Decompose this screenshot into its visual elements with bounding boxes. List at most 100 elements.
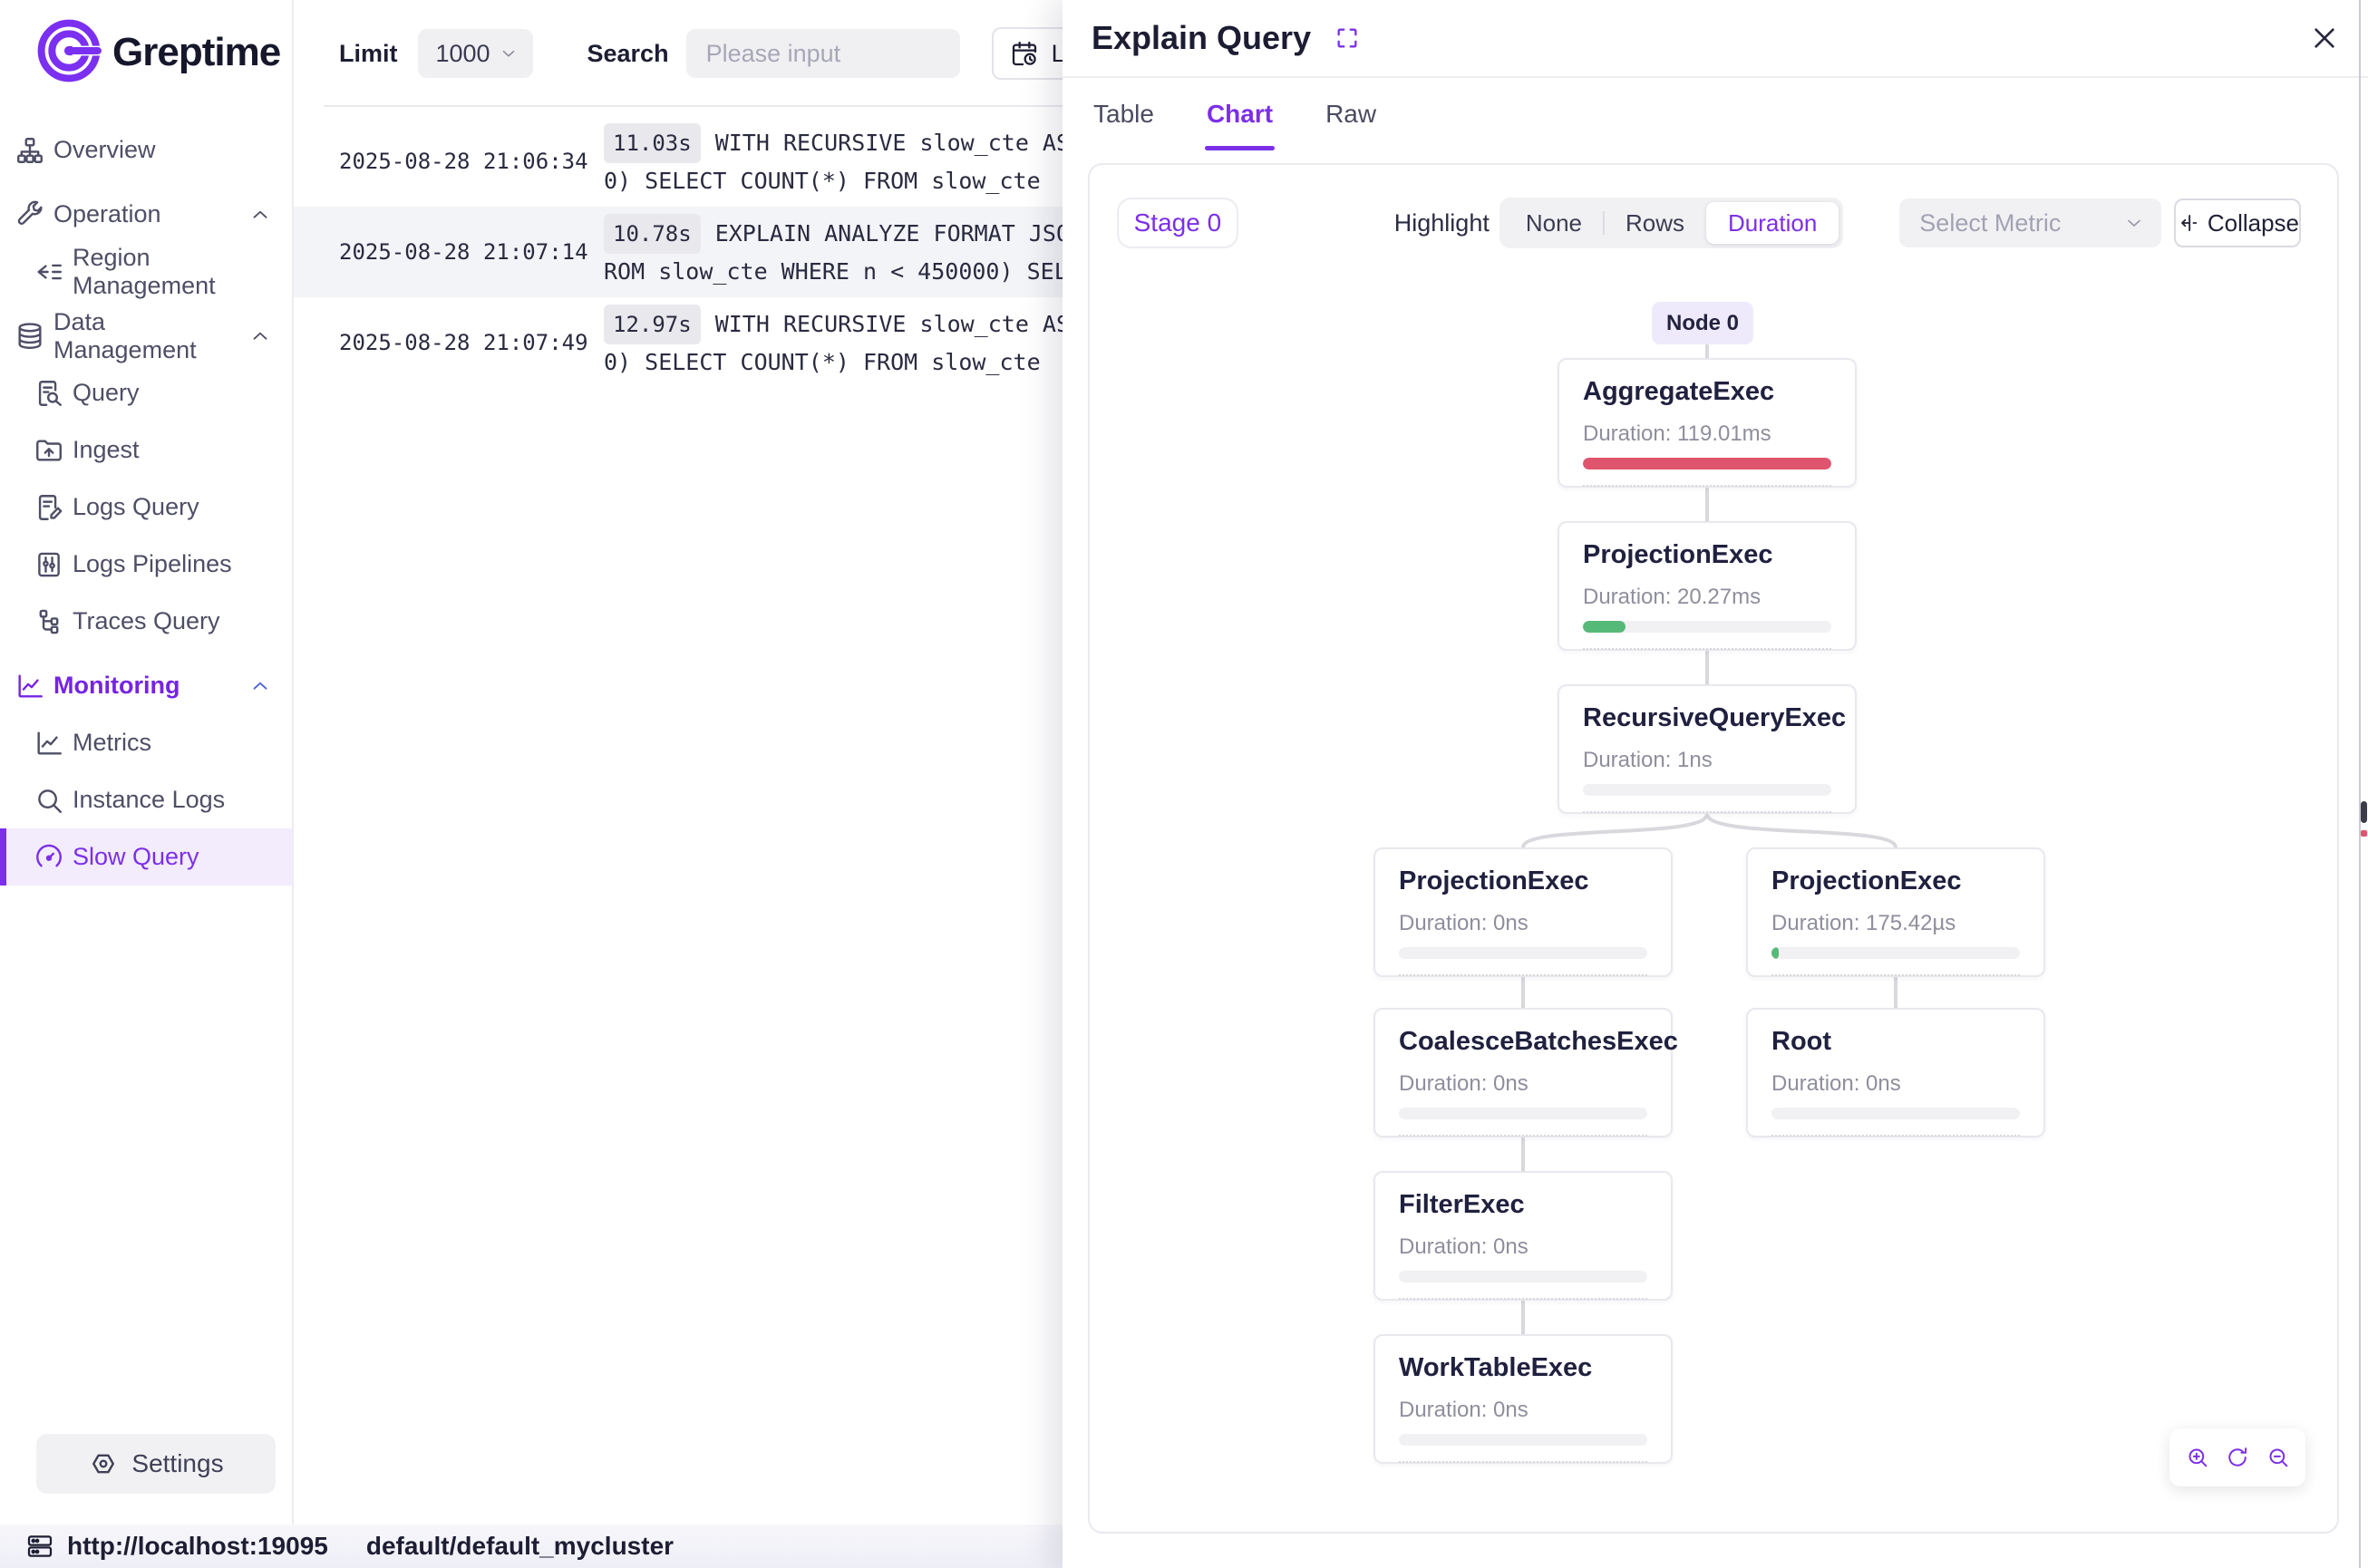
metric-select[interactable]: Select Metric xyxy=(1899,198,2161,247)
close-button[interactable] xyxy=(2310,24,2339,53)
sidebar-item-region-management[interactable]: Region Management xyxy=(0,243,292,300)
sidebar-item-instance-logs[interactable]: Instance Logs xyxy=(0,771,292,828)
duration-badge: 11.03s xyxy=(604,123,701,163)
merge-left-icon xyxy=(34,256,64,287)
tab-chart[interactable]: Chart xyxy=(1207,100,1273,136)
node-separator xyxy=(1399,974,1647,976)
sidebar-item-query[interactable]: Query xyxy=(0,364,292,421)
sidebar-item-monitoring[interactable]: Monitoring xyxy=(0,657,292,714)
collapse-button[interactable]: Collapse xyxy=(2174,198,2301,247)
stage-button[interactable]: Stage 0 xyxy=(1117,198,1238,248)
scrollbar-thumb[interactable] xyxy=(2361,801,2367,823)
calendar-clock-icon xyxy=(1010,39,1039,68)
tab-table[interactable]: Table xyxy=(1093,100,1154,136)
node-separator xyxy=(1399,1298,1647,1300)
duration-badge: 12.97s xyxy=(604,305,701,344)
expand-button[interactable] xyxy=(1334,25,1360,51)
highlight-option-rows[interactable]: Rows xyxy=(1604,202,1706,244)
plan-node-title: ProjectionExec xyxy=(1583,541,1831,568)
explain-query-drawer: Explain Query Table Chart Raw Node 0 Aggre… xyxy=(1063,0,2368,1568)
duration-badge: 10.78s xyxy=(604,214,701,254)
duration-bar xyxy=(1583,621,1831,633)
plan-node-projectionexec[interactable]: ProjectionExec Duration: 175.42µs xyxy=(1746,847,2045,977)
sidebar-item-metrics[interactable]: Metrics xyxy=(0,714,292,771)
scrollbar[interactable] xyxy=(2359,0,2368,1568)
expand-icon xyxy=(1334,25,1360,51)
plan-node-title: WorkTableExec xyxy=(1399,1354,1647,1381)
duration-bar xyxy=(1399,1108,1647,1119)
duration-bar xyxy=(1583,458,1831,469)
plan-node-duration: Duration: 20.27ms xyxy=(1583,586,1831,608)
plan-node-title: AggregateExec xyxy=(1583,378,1831,405)
settings-label: Settings xyxy=(131,1449,223,1478)
zoom-in-icon[interactable] xyxy=(2185,1445,2210,1470)
plan-node-worktableexec[interactable]: WorkTableExec Duration: 0ns xyxy=(1373,1334,1673,1464)
zoom-out-icon[interactable] xyxy=(2266,1445,2291,1470)
sidebar-item-slow-query[interactable]: Slow Query xyxy=(0,828,292,886)
brand: Greptime xyxy=(0,0,292,91)
sidebar-item-ingest[interactable]: Ingest xyxy=(0,421,292,479)
search-label: Search xyxy=(587,40,669,68)
scrollbar-marker xyxy=(2361,830,2367,837)
sitemap-icon xyxy=(15,135,45,166)
gauge-icon xyxy=(34,842,64,873)
plan-node-duration: Duration: 0ns xyxy=(1399,1072,1647,1095)
app-root: Greptime Overview Operation Region Manag… xyxy=(0,0,2368,1568)
chevron-down-icon xyxy=(2123,212,2145,234)
highlight-option-duration[interactable]: Duration xyxy=(1706,202,1839,244)
cluster-name: default/default_mycluster xyxy=(366,1532,674,1561)
duration-bar xyxy=(1399,947,1647,959)
plan-node-coalescebatchesexec[interactable]: CoalesceBatchesExec Duration: 0ns xyxy=(1373,1008,1673,1137)
server-url: http://localhost:19095 xyxy=(67,1532,328,1561)
query-timestamp: 2025-08-28 21:07:49 xyxy=(339,330,593,355)
metric-placeholder: Select Metric xyxy=(1919,209,2061,237)
plan-node-projectionexec[interactable]: ProjectionExec Duration: 0ns xyxy=(1373,847,1673,977)
node-badge: Node 0 xyxy=(1652,302,1753,344)
plan-node-duration: Duration: 175.42µs xyxy=(1771,912,2020,934)
tab-raw[interactable]: Raw xyxy=(1325,100,1376,136)
sidebar-item-logs-pipelines[interactable]: Logs Pipelines xyxy=(0,536,292,593)
gear-icon xyxy=(88,1448,119,1479)
sidebar-item-traces-query[interactable]: Traces Query xyxy=(0,593,292,650)
plan-node-aggregateexec[interactable]: AggregateExec Duration: 119.01ms xyxy=(1558,358,1857,488)
sidebar: Greptime Overview Operation Region Manag… xyxy=(0,0,294,1524)
chevron-up-icon[interactable] xyxy=(248,674,272,698)
plan-node-duration: Duration: 0ns xyxy=(1399,1235,1647,1258)
plan-node-duration: Duration: 0ns xyxy=(1399,912,1647,934)
drawer-tabs: Table Chart Raw xyxy=(1063,78,2368,163)
plan-controls: Stage 0 Highlight NoneRowsDuration Selec… xyxy=(1117,198,2301,248)
sidebar-item-operation[interactable]: Operation xyxy=(0,186,292,243)
settings-button[interactable]: Settings xyxy=(36,1434,276,1494)
folder-import-icon xyxy=(34,435,64,466)
plan-node-filterexec[interactable]: FilterExec Duration: 0ns xyxy=(1373,1171,1673,1301)
plan-node-title: ProjectionExec xyxy=(1771,867,2020,895)
toolbar-divider xyxy=(324,105,1063,107)
refresh-icon[interactable] xyxy=(2225,1445,2250,1470)
highlight-option-none[interactable]: None xyxy=(1504,202,1604,244)
chevron-up-icon[interactable] xyxy=(248,324,272,348)
highlight-segmented-control: NoneRowsDuration xyxy=(1499,198,1843,248)
wrench-icon xyxy=(15,199,45,230)
plan-node-duration: Duration: 0ns xyxy=(1771,1072,2020,1095)
sidebar-item-logs-query[interactable]: Logs Query xyxy=(0,479,292,536)
sidebar-item-data-management[interactable]: Data Management xyxy=(0,307,292,364)
collapse-icon xyxy=(2176,211,2199,235)
chevron-down-icon xyxy=(499,44,519,63)
plan-node-title: ProjectionExec xyxy=(1399,867,1647,895)
chevron-up-icon[interactable] xyxy=(248,203,272,227)
limit-select[interactable]: 1000 xyxy=(418,29,533,78)
plan-node-projectionexec[interactable]: ProjectionExec Duration: 20.27ms xyxy=(1558,521,1857,651)
plan-node-title: FilterExec xyxy=(1399,1191,1647,1218)
drawer-title: Explain Query xyxy=(1092,19,1311,57)
sidebar-nav: Overview Operation Region Management Dat… xyxy=(0,121,292,886)
document-search-icon xyxy=(34,378,64,409)
plan-node-recursivequeryexec[interactable]: RecursiveQueryExec Duration: 1ns xyxy=(1558,684,1857,814)
plan-node-duration: Duration: 1ns xyxy=(1583,749,1831,771)
sidebar-item-overview[interactable]: Overview xyxy=(0,121,292,179)
sliders-icon xyxy=(34,549,64,580)
line-chart-icon xyxy=(15,671,45,702)
plan-node-title: RecursiveQueryExec xyxy=(1583,704,1831,731)
search-input[interactable] xyxy=(686,29,960,78)
plan-node-root[interactable]: Root Duration: 0ns xyxy=(1746,1008,2045,1137)
duration-bar xyxy=(1583,784,1831,796)
